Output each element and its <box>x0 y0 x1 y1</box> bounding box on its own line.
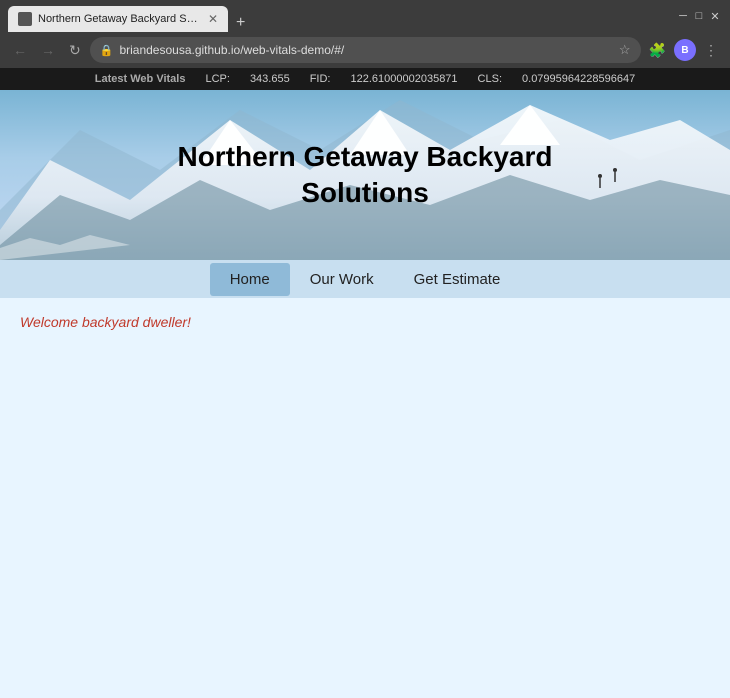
hero-banner: Northern Getaway Backyard Solutions <box>0 90 730 260</box>
web-vitals-bar: Latest Web Vitals LCP: 343.655 FID: 122.… <box>0 68 730 90</box>
hero-title-line1: Northern Getaway Backyard <box>177 141 552 172</box>
welcome-text: Welcome backyard dweller! <box>20 314 191 330</box>
tab-close-button[interactable]: ✕ <box>208 12 218 26</box>
profile-initials: B <box>681 45 688 56</box>
url-display: briandesousa.github.io/web-vitals-demo/#… <box>119 43 612 57</box>
tab-favicon <box>18 12 32 26</box>
minimize-button[interactable]: ─ <box>676 9 690 23</box>
nav-home[interactable]: Home <box>210 263 290 296</box>
browser-nav-bar: ← → ↻ 🔒 briandesousa.github.io/web-vital… <box>0 32 730 68</box>
address-bar[interactable]: 🔒 briandesousa.github.io/web-vitals-demo… <box>90 37 641 63</box>
lcp-label: LCP: <box>205 73 229 85</box>
fid-label: FID: <box>310 73 331 85</box>
menu-button[interactable]: ⋮ <box>700 40 722 61</box>
nav-get-estimate[interactable]: Get Estimate <box>394 263 521 296</box>
lcp-value: 343.655 <box>250 73 290 85</box>
close-button[interactable]: ✕ <box>708 9 722 23</box>
bookmark-icon[interactable]: ☆ <box>619 42 631 58</box>
site-nav: Home Our Work Get Estimate <box>0 260 730 298</box>
extensions-icon[interactable]: 🧩 <box>645 40 670 61</box>
new-tab-button[interactable]: + <box>232 14 249 32</box>
fid-value: 122.61000002035871 <box>350 73 457 85</box>
window-controls: ─ □ ✕ <box>676 9 722 23</box>
vitals-label: Latest Web Vitals <box>95 73 186 85</box>
hero-title: Northern Getaway Backyard Solutions <box>177 139 552 212</box>
back-button[interactable]: ← <box>8 40 32 60</box>
forward-button[interactable]: → <box>36 40 60 60</box>
hero-title-line2: Solutions <box>301 177 429 208</box>
tab-area: Northern Getaway Backyard Sol... ✕ + <box>8 0 664 32</box>
cls-label: CLS: <box>478 73 502 85</box>
active-tab[interactable]: Northern Getaway Backyard Sol... ✕ <box>8 6 228 32</box>
nav-our-work[interactable]: Our Work <box>290 263 394 296</box>
cls-value: 0.07995964228596647 <box>522 73 635 85</box>
title-bar: Northern Getaway Backyard Sol... ✕ + ─ □… <box>0 0 730 32</box>
maximize-button[interactable]: □ <box>692 9 706 23</box>
nav-actions: 🧩 B ⋮ <box>645 39 722 61</box>
lock-icon: 🔒 <box>100 44 114 57</box>
page-body: Welcome backyard dweller! <box>0 298 730 698</box>
website-content: Northern Getaway Backyard Solutions Home… <box>0 90 730 698</box>
profile-button[interactable]: B <box>674 39 696 61</box>
tab-title: Northern Getaway Backyard Sol... <box>38 13 202 25</box>
reload-button[interactable]: ↻ <box>64 40 86 61</box>
